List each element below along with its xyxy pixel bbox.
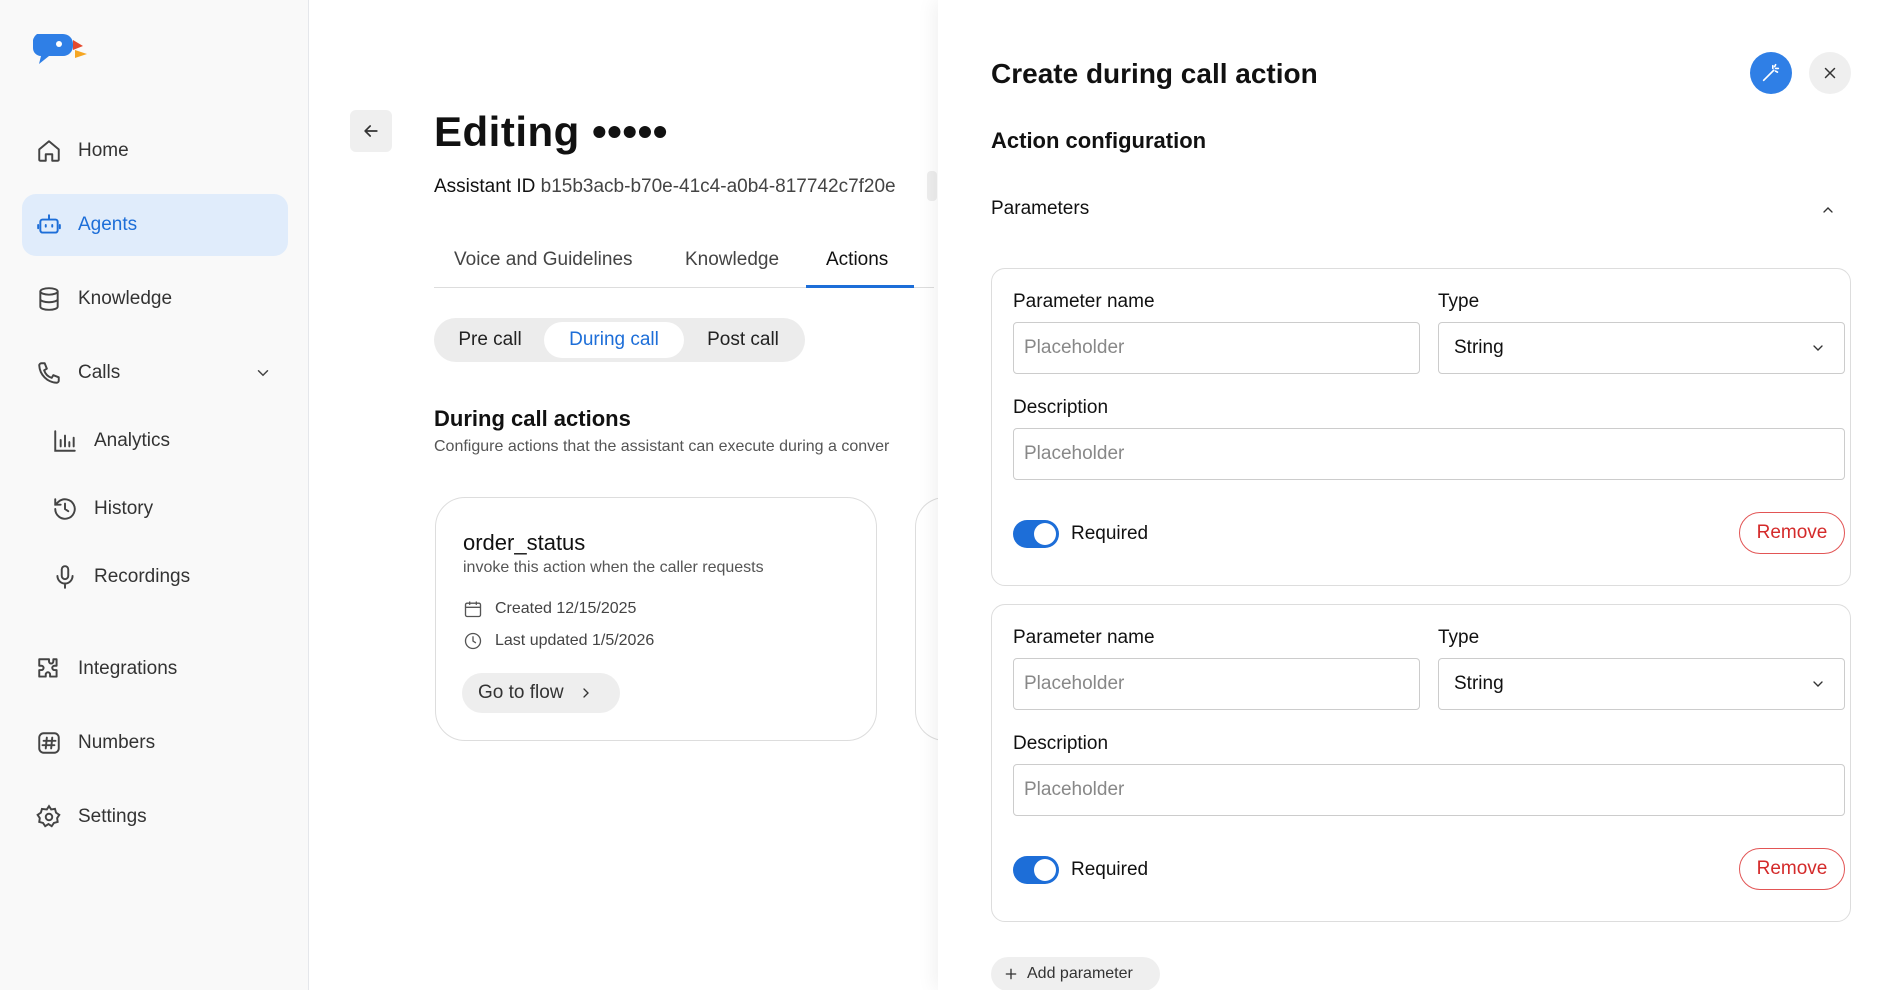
description-input[interactable]: Placeholder	[1013, 428, 1845, 480]
sidebar: Home Agents Knowledge Calls Analytics Hi…	[0, 0, 309, 990]
sidebar-item-integrations[interactable]: Integrations	[22, 638, 288, 700]
sidebar-item-label: Recordings	[94, 566, 191, 587]
add-parameter-label: Add parameter	[1027, 965, 1133, 982]
microphone-icon	[56, 565, 74, 589]
sidebar-item-knowledge[interactable]: Knowledge	[22, 268, 288, 330]
app-logo[interactable]	[33, 32, 89, 66]
database-icon	[39, 287, 59, 311]
tab-knowledge[interactable]: Knowledge	[685, 249, 779, 271]
section-title: During call actions	[434, 406, 631, 431]
home-icon	[38, 140, 60, 162]
hash-icon	[38, 732, 60, 754]
sidebar-item-numbers[interactable]: Numbers	[22, 712, 288, 774]
history-icon	[54, 498, 76, 520]
created-text: Created 12/15/2025	[495, 600, 637, 617]
parameter-card: Parameter name Placeholder Type String D…	[991, 604, 1851, 922]
create-action-panel: Create during call action Action configu…	[938, 0, 1896, 990]
arrow-left-icon	[364, 125, 378, 137]
description-input[interactable]: Placeholder	[1013, 764, 1845, 816]
magic-wand-button[interactable]	[1750, 52, 1792, 94]
sidebar-item-label: Analytics	[94, 430, 171, 451]
copy-id-button[interactable]	[927, 171, 937, 201]
go-to-flow-button[interactable]: Go to flow	[462, 673, 620, 713]
puzzle-icon	[38, 658, 58, 678]
type-label: Type	[1438, 291, 1480, 312]
page-title: Editing •••••	[434, 108, 668, 155]
tab-actions[interactable]: Actions	[826, 249, 888, 271]
clock-icon	[464, 632, 482, 650]
sidebar-item-analytics[interactable]: Analytics	[22, 410, 288, 472]
remove-button[interactable]: Remove	[1739, 512, 1845, 554]
chevron-down-icon[interactable]	[254, 364, 272, 382]
panel-title: Create during call action	[991, 58, 1318, 89]
sidebar-item-recordings[interactable]: Recordings	[22, 546, 288, 608]
parameter-name-input[interactable]: Placeholder	[1013, 322, 1420, 374]
action-card-title: order_status	[463, 530, 586, 555]
type-value: String	[1454, 337, 1504, 358]
required-label: Required	[1071, 523, 1149, 544]
sidebar-item-label: Integrations	[78, 658, 178, 679]
parameter-name-input[interactable]: Placeholder	[1013, 658, 1420, 710]
updated-date: Last updated 1/5/2026	[463, 631, 654, 651]
close-icon	[1824, 67, 1836, 79]
tab-voice-and-guidelines[interactable]: Voice and Guidelines	[454, 249, 633, 271]
assistant-id-value: b15b3acb-b70e-41c4-a0b4-817742c7f20e	[540, 176, 896, 197]
type-select[interactable]: String	[1438, 322, 1845, 374]
sidebar-item-label: Knowledge	[78, 288, 173, 309]
segment-pre-call[interactable]: Pre call	[440, 322, 540, 358]
type-value: String	[1454, 673, 1504, 694]
type-select[interactable]: String	[1438, 658, 1845, 710]
back-button[interactable]	[350, 110, 392, 152]
calendar-icon	[464, 601, 482, 618]
sidebar-item-settings[interactable]: Settings	[22, 786, 288, 848]
type-label: Type	[1438, 627, 1480, 648]
parameters-heading[interactable]: Parameters	[991, 198, 1089, 220]
chevron-up-icon[interactable]	[1820, 202, 1836, 218]
section-description: Configure actions that the assistant can…	[434, 438, 890, 455]
updated-text: Last updated 1/5/2026	[495, 632, 655, 649]
sidebar-item-home[interactable]: Home	[22, 120, 288, 182]
bar-chart-icon	[54, 430, 76, 452]
sidebar-item-label: Settings	[78, 806, 147, 827]
sidebar-item-agents[interactable]: Agents	[22, 194, 288, 256]
active-tab-indicator	[806, 285, 914, 288]
remove-button[interactable]: Remove	[1739, 848, 1845, 890]
sidebar-item-history[interactable]: History	[22, 478, 288, 540]
description-label: Description	[1013, 397, 1109, 418]
action-configuration-heading: Action configuration	[991, 128, 1207, 153]
parameter-card: Parameter name Placeholder Type String D…	[991, 268, 1851, 586]
magic-wand-icon	[1762, 63, 1780, 82]
sidebar-item-calls[interactable]: Calls	[22, 342, 288, 404]
add-parameter-button[interactable]: Add parameter	[991, 957, 1160, 990]
editor-tabs: Voice and Guidelines Knowledge Actions	[434, 240, 934, 288]
action-phase-selector: Pre call During call Post call	[434, 318, 805, 362]
sidebar-item-label: Agents	[78, 214, 138, 235]
gear-icon	[36, 804, 61, 828]
description-label: Description	[1013, 733, 1109, 754]
required-toggle[interactable]	[1013, 520, 1059, 548]
sidebar-item-label: Calls	[78, 362, 121, 383]
phone-icon	[38, 362, 60, 384]
action-card[interactable]: order_status invoke this action when the…	[435, 497, 877, 741]
sidebar-item-label: History	[94, 498, 154, 519]
required-label: Required	[1071, 859, 1149, 880]
segment-during-call[interactable]: During call	[544, 322, 684, 358]
sidebar-item-label: Numbers	[78, 732, 156, 753]
go-to-flow-label: Go to flow	[478, 682, 564, 703]
sidebar-item-label: Home	[78, 140, 129, 161]
assistant-id: Assistant ID b15b3acb-b70e-41c4-a0b4-817…	[434, 176, 896, 198]
created-date: Created 12/15/2025	[463, 599, 636, 619]
parameter-name-label: Parameter name	[1013, 627, 1155, 648]
chevron-down-icon	[1813, 345, 1823, 351]
bot-icon	[37, 214, 61, 234]
parameter-name-label: Parameter name	[1013, 291, 1155, 312]
assistant-id-label: Assistant ID	[434, 176, 536, 197]
close-button[interactable]	[1809, 52, 1851, 94]
chevron-down-icon	[1813, 681, 1823, 687]
required-toggle[interactable]	[1013, 856, 1059, 884]
chevron-right-icon	[582, 688, 589, 698]
segment-post-call[interactable]: Post call	[688, 322, 798, 358]
plus-icon	[1005, 968, 1017, 980]
action-card-description: invoke this action when the caller reque…	[463, 559, 764, 576]
